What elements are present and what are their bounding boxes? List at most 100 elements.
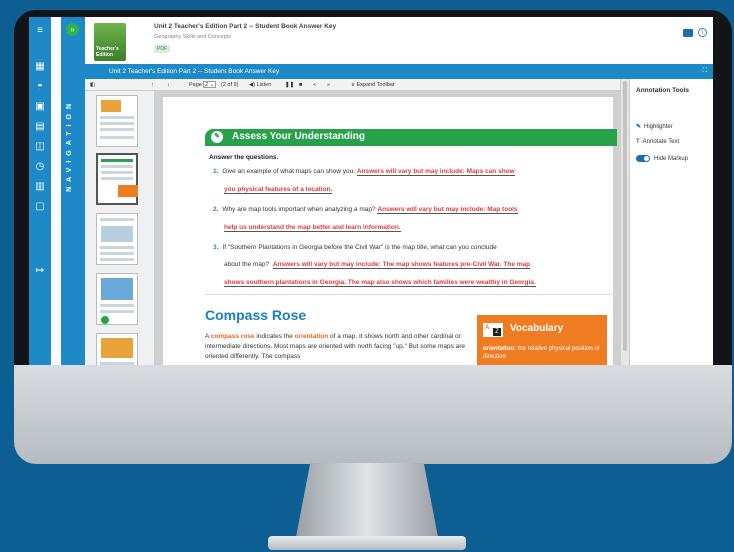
- scrollbar-thumb[interactable]: [623, 81, 627, 351]
- thumbnail-page-3[interactable]: [96, 213, 138, 265]
- navigation-panel: » NAVIGATION: [61, 17, 85, 365]
- question-text: If "Southern Plantations in Georgia befo…: [222, 244, 497, 251]
- resource-header: Teacher's Edition Unit 2 Teacher's Editi…: [85, 17, 713, 64]
- pdf-badge: PDF: [154, 45, 170, 53]
- body-text: A: [205, 333, 209, 340]
- page-count: (2 of 9): [221, 82, 239, 88]
- previous-page-icon[interactable]: ↑: [151, 81, 154, 89]
- chevron-down-icon: ∨: [351, 82, 356, 88]
- monitor-base: [268, 536, 466, 550]
- question-number: 3.: [213, 244, 219, 251]
- annotate-text-label: Annotate Text: [642, 139, 680, 145]
- compass-rose-heading: Compass Rose: [205, 307, 307, 323]
- question-number: 2.: [213, 206, 219, 213]
- hide-markup-toggle[interactable]: Hide Markup: [636, 155, 688, 162]
- highlighter-label: Highlighter: [644, 124, 673, 130]
- pencil-check-icon: ✎: [211, 131, 223, 143]
- resource-subtitle: Geography Skills and Concepts: [154, 34, 232, 40]
- icon-letter-a: A: [485, 325, 490, 331]
- graduation-cap-icon[interactable]: ◓: [29, 77, 51, 97]
- answer-text: shows southern plantations in Georgia. T…: [224, 279, 536, 287]
- body-text: indicates the: [256, 333, 293, 340]
- vocab-term: compass rose: [210, 333, 255, 340]
- assess-intro: Answer the questions.: [209, 154, 279, 161]
- document-title-bar: Unit 2 Teacher's Edition Part 2 -- Stude…: [85, 64, 713, 79]
- rewind-icon[interactable]: «: [313, 81, 316, 89]
- navigation-label: NAVIGATION: [66, 99, 73, 192]
- vocabulary-definition: orientation: the relative physical posit…: [483, 345, 601, 361]
- chat-icon[interactable]: ◫: [29, 137, 51, 157]
- answer-line: about the map? Answers will vary but may…: [224, 261, 531, 269]
- vertical-scrollbar[interactable]: [620, 79, 629, 365]
- sidebar-toggle-icon[interactable]: ◧: [90, 81, 95, 89]
- thumbnail-page-4[interactable]: [96, 273, 138, 325]
- document-icon[interactable]: ▤: [29, 117, 51, 137]
- annotation-panel: Annotation Tools ✎ Highlighter T Annotate …: [629, 79, 713, 365]
- stop-icon[interactable]: ■: [299, 81, 302, 89]
- fullscreen-icon[interactable]: ⛶: [703, 64, 707, 79]
- icon-letter-z: Z: [493, 328, 501, 336]
- thumbnail-image: [101, 338, 133, 358]
- expand-toolbar-button[interactable]: ∨ Expand Toolbar: [351, 81, 395, 89]
- annotation-title: Annotation Tools: [636, 87, 689, 94]
- answer-text: Answers will vary but may include: Maps …: [356, 168, 515, 176]
- page-number-value: 2: [205, 82, 209, 88]
- answer-text: you physical features of a location.: [224, 186, 333, 194]
- thumbnail-page-2[interactable]: [96, 153, 138, 205]
- listen-label: Listen: [256, 82, 272, 88]
- clock-icon[interactable]: ◷: [29, 157, 51, 177]
- hide-markup-label: Hide Markup: [654, 156, 689, 163]
- clipboard-icon[interactable]: ▣: [29, 97, 51, 117]
- answer-line: help us understand the map better and le…: [224, 224, 401, 232]
- a-to-z-icon: AZ: [483, 323, 503, 337]
- toggle-switch[interactable]: [636, 155, 650, 162]
- document-viewer[interactable]: ✎ Assess Your Understanding Answer the q…: [155, 91, 620, 365]
- thumbnail-page-5[interactable]: [96, 333, 138, 365]
- expand-toolbar-label: Expand Toolbar: [356, 82, 395, 88]
- pause-icon[interactable]: ❚❚: [285, 81, 294, 89]
- thumbnail-image: [118, 185, 138, 197]
- vocab-term: orientation: [294, 333, 329, 340]
- expand-navigation-button[interactable]: »: [66, 23, 79, 36]
- text-annotate-icon: T: [636, 139, 640, 145]
- assess-header: ✎ Assess Your Understanding: [205, 129, 617, 146]
- answer-text: Answers will vary but may include: Map t…: [377, 206, 518, 214]
- question-text: about the map?: [224, 261, 270, 268]
- fast-forward-icon[interactable]: »: [327, 81, 330, 89]
- page-thumbnails: [85, 91, 155, 365]
- highlighter-tool[interactable]: ✎ Highlighter: [636, 123, 673, 130]
- question-2: 2. Why are map tools important when analy…: [213, 206, 518, 214]
- question-3: 3. If "Southern Plantations in Georgia be…: [213, 244, 497, 251]
- assess-title: Assess Your Understanding: [232, 131, 365, 142]
- monitor-chin: [14, 365, 732, 464]
- next-page-icon[interactable]: ↓: [167, 81, 170, 89]
- logout-icon[interactable]: ↦: [29, 261, 51, 281]
- book-icon[interactable]: [683, 29, 693, 37]
- book-cover-thumbnail: Teacher's Edition: [94, 23, 126, 61]
- screen: ≡ ▦ ◓ ▣ ▤ ◫ ◷ ▥ ▢ ↦ » NAVIGATION Teacher…: [29, 17, 713, 365]
- presentation-icon[interactable]: ▢: [29, 197, 51, 217]
- cover-label: Teacher's Edition: [96, 46, 119, 58]
- dashboard-icon[interactable]: ▦: [29, 57, 51, 77]
- resource-title: Unit 2 Teacher's Edition Part 2 -- Stude…: [154, 23, 337, 30]
- question-1: 1. Give an example of what maps can show …: [213, 168, 515, 176]
- annotate-text-tool[interactable]: T Annotate Text: [636, 139, 679, 145]
- thumbnail-image: [101, 316, 109, 324]
- app-rail: ≡ ▦ ◓ ▣ ▤ ◫ ◷ ▥ ▢ ↦: [29, 17, 51, 365]
- menu-icon[interactable]: ≡: [29, 21, 51, 41]
- answer-line: you physical features of a location.: [224, 186, 333, 194]
- page-label: Page: [189, 82, 202, 88]
- highlighter-icon: ✎: [636, 124, 642, 130]
- chart-icon[interactable]: ▥: [29, 177, 51, 197]
- thumbnail-image: [101, 226, 133, 242]
- page-number-select[interactable]: 2 ⌄: [203, 81, 217, 88]
- vocabulary-box: AZ Vocabulary orientation: the relative …: [477, 315, 607, 365]
- pdf-toolbar: ◧ ↑ ↓ Page 2 ⌄ (2 of 9) ◀) Listen ❚❚ ■ «…: [85, 79, 620, 91]
- question-text: Why are map tools important when analyzi…: [222, 206, 376, 213]
- thumbnail-page-1[interactable]: [96, 95, 138, 147]
- assess-section: ✎ Assess Your Understanding Answer the q…: [205, 129, 617, 295]
- info-icon[interactable]: i: [698, 28, 707, 37]
- answer-line: shows southern plantations in Georgia. T…: [224, 279, 536, 287]
- document-title: Unit 2 Teacher's Edition Part 2 -- Stude…: [109, 68, 280, 75]
- listen-button[interactable]: ◀) Listen: [249, 81, 271, 89]
